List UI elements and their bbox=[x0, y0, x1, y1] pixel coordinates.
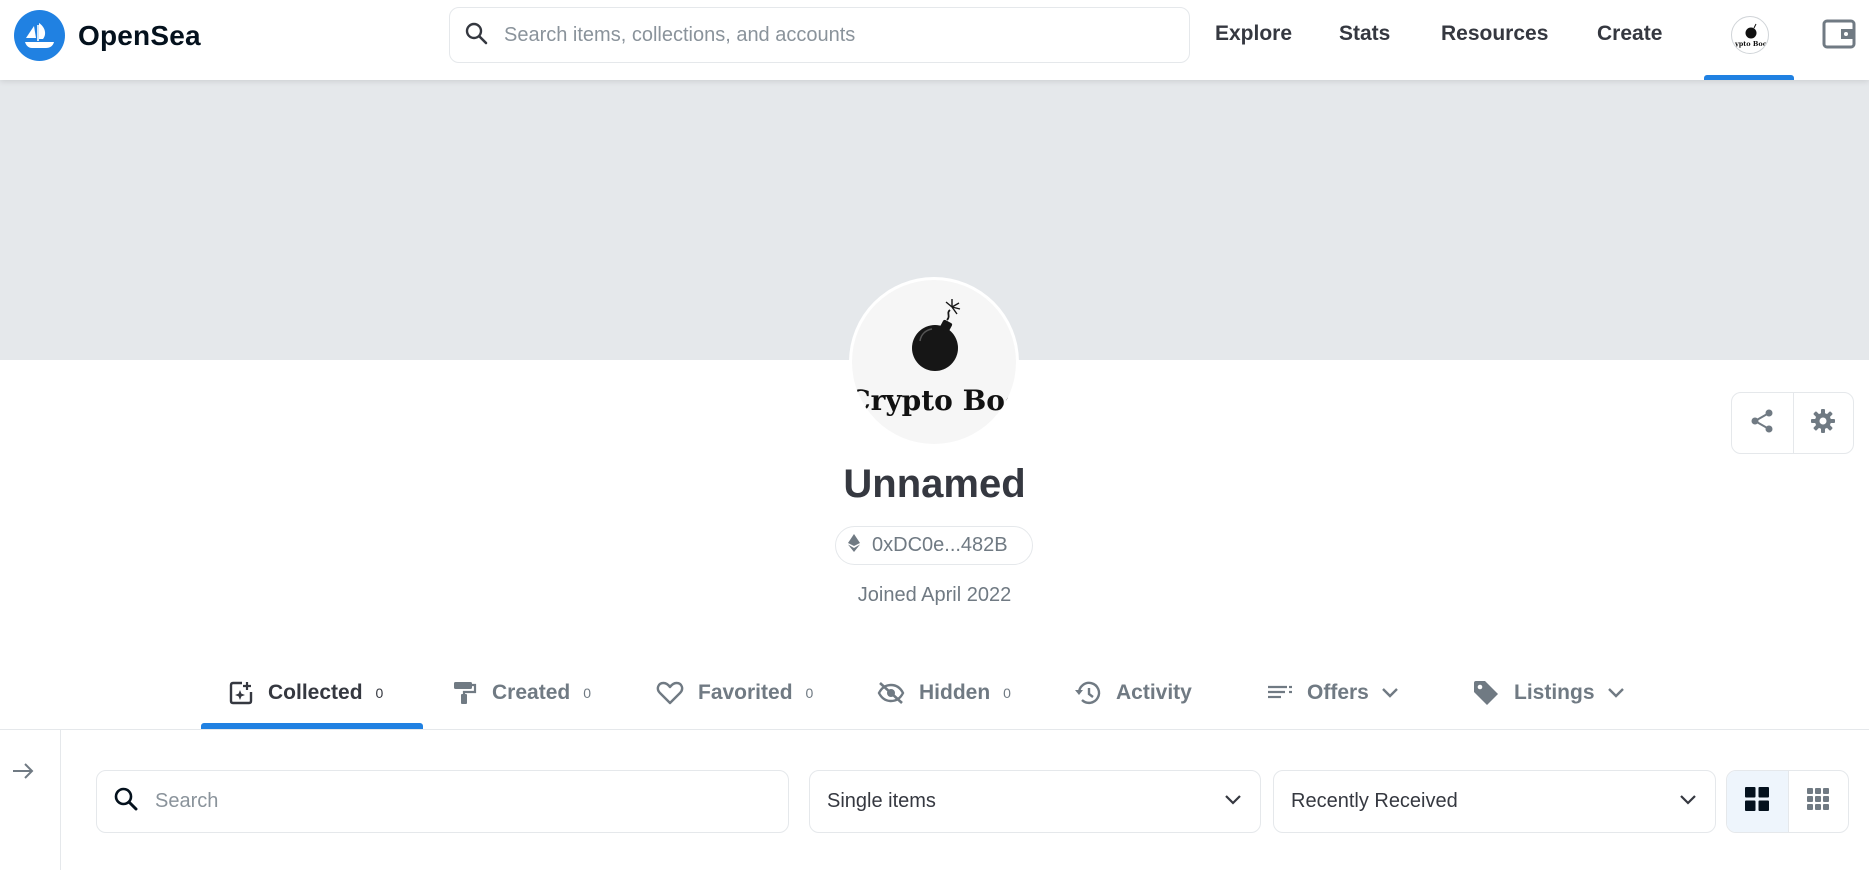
wallet-address: 0xDC0e...482B bbox=[872, 534, 1008, 556]
settings-button[interactable] bbox=[1792, 393, 1854, 453]
active-nav-indicator bbox=[1704, 75, 1794, 80]
nav-explore[interactable]: Explore bbox=[1215, 22, 1292, 46]
joined-date: Joined April 2022 bbox=[857, 584, 1012, 606]
tab-count: 0 bbox=[805, 685, 814, 701]
nav-stats[interactable]: Stats bbox=[1339, 22, 1390, 46]
profile-avatar[interactable]: Crypto Boo bbox=[852, 280, 1016, 444]
tab-count: 0 bbox=[1003, 685, 1011, 701]
tab-label: Activity bbox=[1116, 681, 1192, 704]
tab-label: Hidden bbox=[919, 681, 991, 704]
filter-sidebar-toggle[interactable] bbox=[8, 758, 38, 788]
sort-value: Recently Received bbox=[1291, 790, 1458, 812]
tab-created[interactable]: Created 0 bbox=[452, 656, 591, 730]
tab-offers[interactable]: Offers bbox=[1267, 656, 1399, 730]
search-icon bbox=[464, 21, 488, 50]
avatar-brand-text: Crypto Boo bbox=[852, 384, 1016, 417]
chevron-down-icon bbox=[1607, 687, 1625, 699]
small-grid-button[interactable] bbox=[1787, 771, 1849, 832]
grid-view-toggle bbox=[1726, 770, 1849, 833]
account-avatar[interactable]: ypto Boo bbox=[1731, 16, 1769, 54]
tab-label: Collected bbox=[268, 681, 363, 704]
large-grid-icon bbox=[1745, 787, 1770, 816]
tab-count: 0 bbox=[583, 685, 591, 701]
chevron-down-icon bbox=[1381, 687, 1399, 699]
offers-list-icon bbox=[1267, 680, 1293, 706]
gear-icon bbox=[1810, 408, 1836, 439]
global-search-input[interactable] bbox=[504, 23, 1144, 47]
sidebar-divider bbox=[60, 730, 61, 870]
small-grid-icon bbox=[1807, 788, 1830, 815]
sort-select[interactable]: Recently Received bbox=[1273, 770, 1716, 833]
nav-create[interactable]: Create bbox=[1597, 22, 1662, 46]
eye-off-icon bbox=[877, 680, 905, 706]
tab-label: Created bbox=[492, 681, 571, 704]
item-type-select[interactable]: Single items bbox=[809, 770, 1261, 833]
chevron-down-icon bbox=[1224, 793, 1242, 811]
brand-name: OpenSea bbox=[78, 19, 201, 51]
tag-icon bbox=[1472, 679, 1500, 707]
wallet-address-button[interactable]: 0xDC0e...482B bbox=[835, 526, 1033, 565]
profile-name: Unnamed bbox=[843, 462, 1026, 506]
tab-label: Offers bbox=[1307, 681, 1369, 704]
tab-hidden[interactable]: Hidden 0 bbox=[877, 656, 1011, 730]
tab-favorited[interactable]: Favorited 0 bbox=[656, 656, 813, 730]
tab-collected[interactable]: Collected 0 bbox=[228, 656, 383, 730]
tab-count: 0 bbox=[375, 685, 384, 701]
collected-icon bbox=[228, 680, 254, 706]
history-icon bbox=[1074, 680, 1102, 706]
global-search[interactable] bbox=[449, 7, 1190, 63]
wallet-icon[interactable] bbox=[1822, 17, 1856, 56]
ethereum-icon bbox=[848, 534, 860, 557]
item-type-value: Single items bbox=[827, 790, 936, 812]
opensea-logo[interactable]: OpenSea bbox=[14, 10, 201, 61]
paint-roller-icon bbox=[452, 680, 478, 706]
items-search-input[interactable] bbox=[155, 790, 775, 813]
nav-resources[interactable]: Resources bbox=[1441, 22, 1548, 46]
top-navbar: OpenSea Explore Stats Resources Create y… bbox=[0, 0, 1869, 80]
profile-actions bbox=[1731, 392, 1854, 454]
search-icon bbox=[113, 786, 139, 817]
heart-icon bbox=[656, 680, 684, 706]
tab-activity[interactable]: Activity bbox=[1074, 656, 1192, 730]
items-search[interactable] bbox=[96, 770, 789, 833]
bomb-icon bbox=[912, 299, 961, 371]
share-icon bbox=[1749, 408, 1775, 439]
large-grid-button[interactable] bbox=[1727, 771, 1788, 832]
opensea-ship-icon bbox=[14, 10, 65, 61]
share-button[interactable] bbox=[1732, 393, 1793, 453]
tab-listings[interactable]: Listings bbox=[1472, 656, 1625, 730]
profile-tabs: Collected 0 Created 0 Favorited 0 Hidden… bbox=[0, 656, 1869, 730]
tab-label: Listings bbox=[1514, 681, 1595, 704]
active-tab-indicator bbox=[201, 723, 423, 729]
tab-label: Favorited bbox=[698, 681, 793, 704]
chevron-down-icon bbox=[1679, 793, 1697, 811]
svg-text:ypto Boo: ypto Boo bbox=[1734, 40, 1768, 48]
arrow-right-icon bbox=[11, 761, 35, 786]
